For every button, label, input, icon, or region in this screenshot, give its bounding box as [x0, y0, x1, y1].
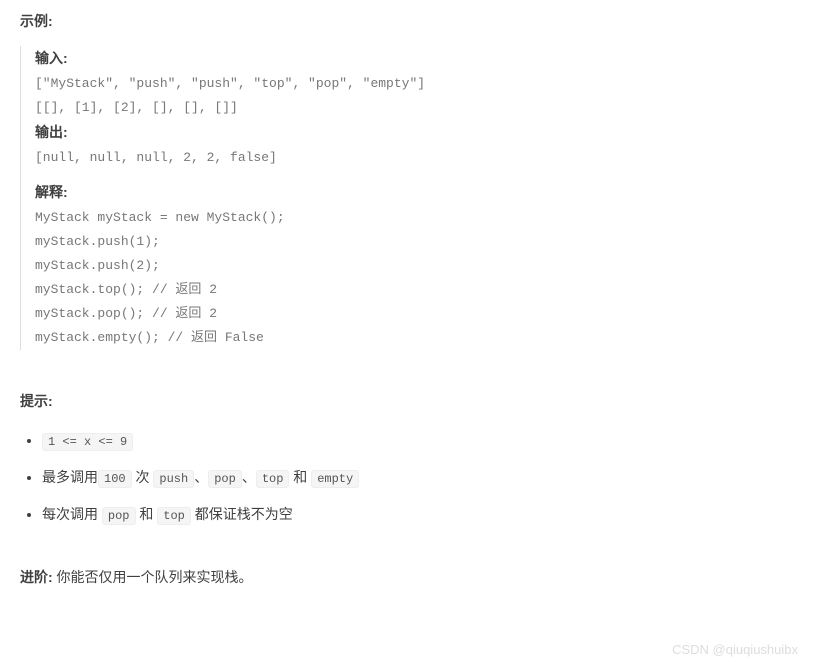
- hint-code: pop: [208, 470, 242, 488]
- hint-code: top: [256, 470, 290, 488]
- hint-code: push: [153, 470, 194, 488]
- hint-item-2: 最多调用100 次 push、pop、top 和 empty: [42, 466, 802, 489]
- hint-code: 1 <= x <= 9: [42, 433, 133, 451]
- hints-heading: 提示:: [20, 390, 802, 412]
- hint-item-3: 每次调用 pop 和 top 都保证栈不为空: [42, 503, 802, 526]
- advanced-label: 进阶:: [20, 569, 53, 585]
- hint-text: 都保证栈不为空: [191, 506, 293, 522]
- advanced-line: 进阶: 你能否仅用一个队列来实现栈。: [20, 566, 802, 588]
- example-block: 输入: ["MyStack", "push", "push", "top", "…: [20, 46, 802, 350]
- hint-text: 、: [194, 469, 208, 485]
- hint-text: 次: [132, 469, 154, 485]
- hint-text: 最多调用: [42, 469, 98, 485]
- hint-code: 100: [98, 470, 132, 488]
- example-heading: 示例:: [20, 10, 802, 32]
- explain-line: myStack.pop(); // 返回 2: [35, 302, 802, 326]
- hints-list: 1 <= x <= 9 最多调用100 次 push、pop、top 和 emp…: [20, 429, 802, 527]
- hint-text: 、: [242, 469, 256, 485]
- hint-text: 每次调用: [42, 506, 102, 522]
- input-line-2: [[], [1], [2], [], [], []]: [35, 96, 802, 120]
- input-label: 输入:: [35, 46, 802, 72]
- explain-line: myStack.empty(); // 返回 False: [35, 326, 802, 350]
- output-label: 输出:: [35, 120, 802, 146]
- advanced-text: 你能否仅用一个队列来实现栈。: [53, 569, 253, 585]
- explain-line: myStack.top(); // 返回 2: [35, 278, 802, 302]
- hint-text: 和: [289, 469, 311, 485]
- output-line: [null, null, null, 2, 2, false]: [35, 146, 802, 170]
- explain-line: MyStack myStack = new MyStack();: [35, 206, 802, 230]
- explain-line: myStack.push(2);: [35, 254, 802, 278]
- watermark: CSDN @qiuqiushuibx: [672, 640, 798, 661]
- hint-text: 和: [136, 506, 158, 522]
- explain-line: myStack.push(1);: [35, 230, 802, 254]
- hint-code: top: [157, 507, 191, 525]
- input-line-1: ["MyStack", "push", "push", "top", "pop"…: [35, 72, 802, 96]
- hint-code: pop: [102, 507, 136, 525]
- hint-code: empty: [311, 470, 359, 488]
- explain-label: 解释:: [35, 180, 802, 206]
- hint-item-1: 1 <= x <= 9: [42, 429, 802, 452]
